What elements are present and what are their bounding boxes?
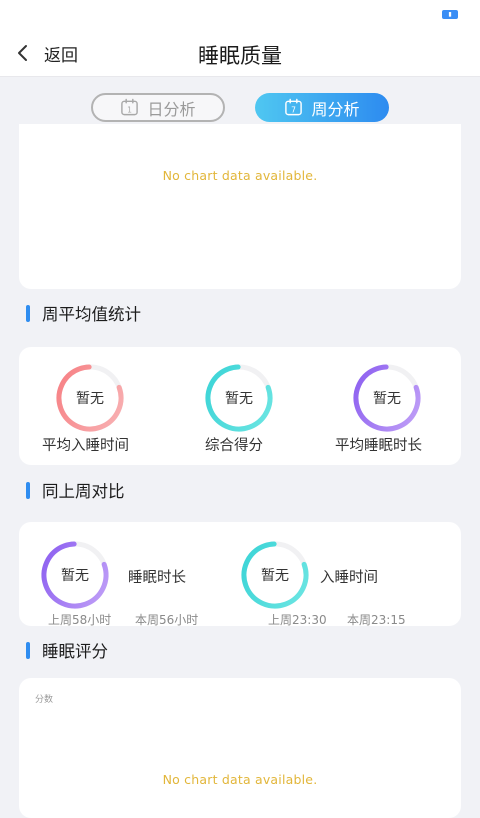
- sleep-onset-this-week: 本周23:15: [347, 613, 406, 626]
- sleep-duration-last-week: 上周58小时: [48, 613, 112, 626]
- score-axis-label: 分数: [35, 695, 54, 705]
- sleep-onset-compare-value: 暂无: [261, 568, 289, 584]
- page-title: 睡眠质量: [198, 44, 282, 68]
- avg-sleep-onset-label: 平均入睡时间: [42, 438, 129, 454]
- heading-accent-bar: [26, 304, 30, 322]
- svg-text:7: 7: [292, 105, 297, 114]
- sleep-score-heading: 睡眠评分: [26, 640, 108, 661]
- comparison-card: 暂无 睡眠时长 上周58小时 本周56小时 暂无 入睡时间 上周23:30 本周…: [19, 522, 461, 626]
- sleep-duration-compare-ring: 暂无: [38, 538, 112, 612]
- tab-day-analysis[interactable]: 1 日分析: [91, 93, 225, 122]
- sleep-onset-compare-ring: 暂无: [238, 538, 312, 612]
- heading-accent-bar: [26, 481, 30, 499]
- comparison-heading: 同上周对比: [26, 480, 125, 501]
- tab-day-label: 日分析: [147, 99, 196, 119]
- weekly-chart-card: No chart data available.: [19, 124, 461, 289]
- weekly-average-heading: 周平均值统计: [26, 303, 141, 324]
- status-bar: ▮: [0, 0, 480, 30]
- svg-text:1: 1: [128, 105, 133, 114]
- calendar-week-icon: 7: [285, 98, 303, 116]
- heading-accent-bar: [26, 641, 30, 659]
- overall-score-ring: 暂无: [202, 361, 276, 435]
- comparison-title: 同上周对比: [42, 482, 125, 501]
- battery-icon: ▮: [442, 10, 458, 19]
- nav-bar: 返回 睡眠质量: [0, 30, 480, 77]
- sleep-duration-this-week: 本周56小时: [135, 613, 199, 626]
- empty-chart-message: No chart data available.: [162, 168, 318, 183]
- weekly-average-card: 暂无 平均入睡时间 暂无 综合得分 暂无 平均睡眠时长: [19, 347, 461, 465]
- overall-score-label: 综合得分: [205, 438, 263, 454]
- tab-week-label: 周分析: [311, 99, 360, 119]
- sleep-score-card: 分数 No chart data available.: [19, 678, 461, 818]
- avg-sleep-onset-value: 暂无: [76, 391, 104, 407]
- tab-strip: 1 日分析 7 周分析: [0, 77, 480, 131]
- score-empty-chart-message: No chart data available.: [162, 772, 318, 787]
- weekly-average-title: 周平均值统计: [42, 305, 141, 324]
- tab-week-analysis[interactable]: 7 周分析: [255, 93, 389, 122]
- avg-sleep-duration-ring: 暂无: [350, 361, 424, 435]
- sleep-duration-compare-value: 暂无: [61, 568, 89, 584]
- avg-sleep-onset-ring: 暂无: [53, 361, 127, 435]
- overall-score-value: 暂无: [225, 391, 253, 407]
- calendar-day-icon: 1: [121, 98, 139, 116]
- avg-sleep-duration-value: 暂无: [373, 391, 401, 407]
- sleep-onset-compare-label: 入睡时间: [320, 570, 378, 586]
- sleep-duration-compare-label: 睡眠时长: [128, 570, 186, 586]
- sleep-onset-last-week: 上周23:30: [268, 613, 327, 626]
- avg-sleep-duration-label: 平均睡眠时长: [335, 438, 422, 454]
- sleep-score-title: 睡眠评分: [42, 642, 108, 661]
